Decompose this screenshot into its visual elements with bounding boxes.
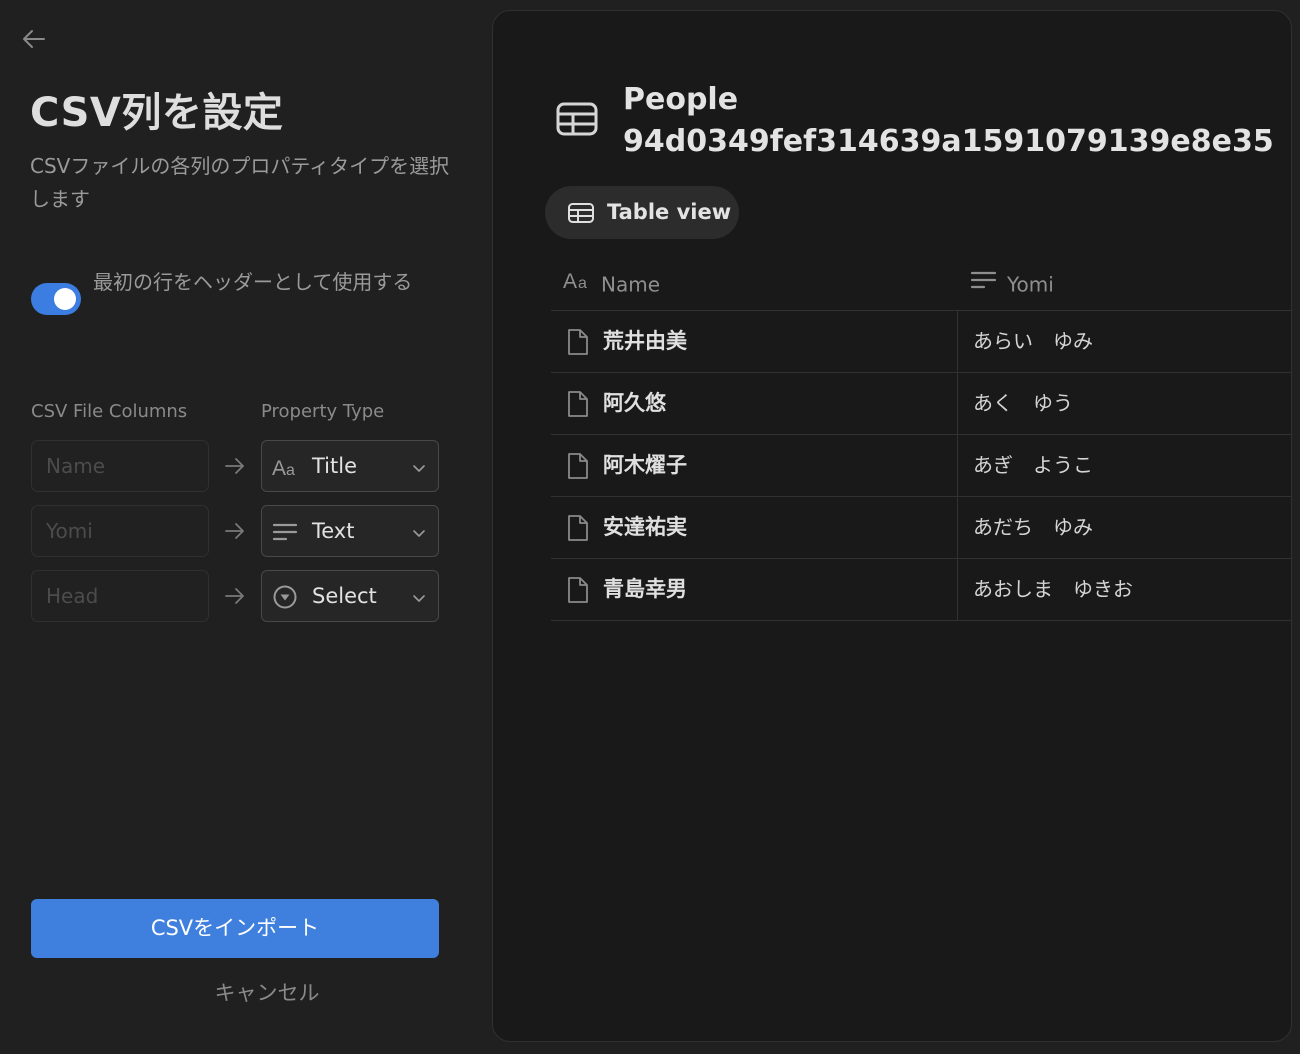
arrow-right-icon [223, 454, 247, 478]
csv-column-field: Name [31, 440, 209, 492]
column-header-yomi: Yomi [969, 255, 1054, 311]
column-mapping-row: Head Select [31, 570, 441, 622]
cell-name: 阿木燿子 [603, 453, 687, 477]
cancel-button[interactable]: キャンセル [31, 976, 503, 1010]
table-icon [567, 201, 595, 225]
select-circle-icon [272, 584, 300, 610]
table-row[interactable]: 青島幸男 あおしま ゆきお [551, 559, 1291, 621]
table-icon [555, 99, 599, 139]
cell-name: 安達祐実 [603, 515, 687, 539]
tab-table-view[interactable]: Table view [545, 186, 739, 239]
chevron-down-icon [412, 590, 426, 604]
cell-yomi: あおしま ゆきお [973, 577, 1133, 601]
page-icon [567, 328, 589, 356]
csv-column-field: Yomi [31, 505, 209, 557]
back-arrow-icon[interactable] [20, 26, 48, 52]
column-header-label: Name [601, 272, 661, 297]
cell-yomi: あらい ゆみ [973, 329, 1093, 353]
text-lines-icon [969, 257, 999, 313]
page-subtitle: CSVファイルの各列のプロパティタイプを選択します [30, 154, 450, 211]
column-divider [957, 559, 958, 621]
cell-yomi: あだち ゆみ [973, 515, 1093, 539]
table-row[interactable]: 荒井由美 あらい ゆみ [551, 311, 1291, 373]
cell-name: 阿久悠 [603, 391, 666, 415]
header-row-toggle-label: 最初の行をヘッダーとして使用する [93, 270, 413, 294]
property-type-select-select[interactable]: Select [261, 570, 439, 622]
import-csv-button[interactable]: CSVをインポート [31, 899, 439, 958]
arrow-right-icon [223, 519, 247, 543]
column-header-name: A a Name [563, 255, 660, 311]
chevron-down-icon [412, 525, 426, 539]
page-icon [567, 452, 589, 480]
chevron-down-icon [412, 460, 426, 474]
header-row-toggle[interactable] [31, 283, 81, 315]
page-title: CSV列を設定 [30, 90, 284, 136]
tab-label: Table view [607, 200, 732, 224]
column-divider [957, 373, 958, 435]
table-header: A a Name Yomi [551, 255, 1291, 311]
property-type-label: Title [312, 454, 358, 478]
table-row[interactable]: 阿木燿子 あぎ ようこ [551, 435, 1291, 497]
column-header-label: Yomi [1007, 272, 1054, 297]
column-divider [957, 435, 958, 497]
column-mapping-row: Yomi Text [31, 505, 441, 557]
settings-panel: CSV列を設定 CSVファイルの各列のプロパティタイプを選択します 最初の行をヘ… [0, 0, 480, 1054]
column-divider [957, 311, 958, 373]
svg-text:a: a [578, 275, 587, 292]
property-type-heading: Property Type [261, 401, 385, 422]
property-type-label: Text [312, 519, 355, 543]
page-icon [567, 514, 589, 542]
property-type-select-text[interactable]: Text [261, 505, 439, 557]
table-row[interactable]: 安達祐実 あだち ゆみ [551, 497, 1291, 559]
cell-yomi: あぎ ようこ [973, 453, 1093, 477]
page-icon [567, 576, 589, 604]
svg-text:A: A [272, 457, 286, 480]
svg-text:a: a [286, 462, 295, 479]
arrow-right-icon [223, 584, 247, 608]
aa-icon: A a [563, 257, 593, 313]
text-lines-icon [272, 519, 300, 545]
cell-name: 青島幸男 [603, 577, 687, 601]
aa-icon: A a [272, 454, 300, 480]
column-mapping-row: Name A a Title [31, 440, 441, 492]
cell-yomi: あく ゆう [973, 391, 1073, 415]
property-type-label: Select [312, 584, 377, 608]
csv-column-field: Head [31, 570, 209, 622]
database-title: People 94d0349fef314639a1591079139e8e35 [623, 82, 1274, 159]
page-icon [567, 390, 589, 418]
table-row[interactable]: 阿久悠 あく ゆう [551, 373, 1291, 435]
cell-name: 荒井由美 [603, 329, 687, 353]
import-csv-screen: CSV列を設定 CSVファイルの各列のプロパティタイプを選択します 最初の行をヘ… [0, 0, 1300, 1054]
csv-columns-heading: CSV File Columns [31, 401, 188, 422]
preview-panel: People 94d0349fef314639a1591079139e8e35 … [492, 10, 1292, 1042]
svg-text:A: A [563, 270, 577, 292]
preview-table: A a Name Yomi 荒井由美 あらい ゆみ 阿久悠 あく ゆう 阿木燿子… [551, 255, 1291, 621]
toggle-knob [54, 288, 76, 310]
property-type-select-title[interactable]: A a Title [261, 440, 439, 492]
column-divider [957, 497, 958, 559]
